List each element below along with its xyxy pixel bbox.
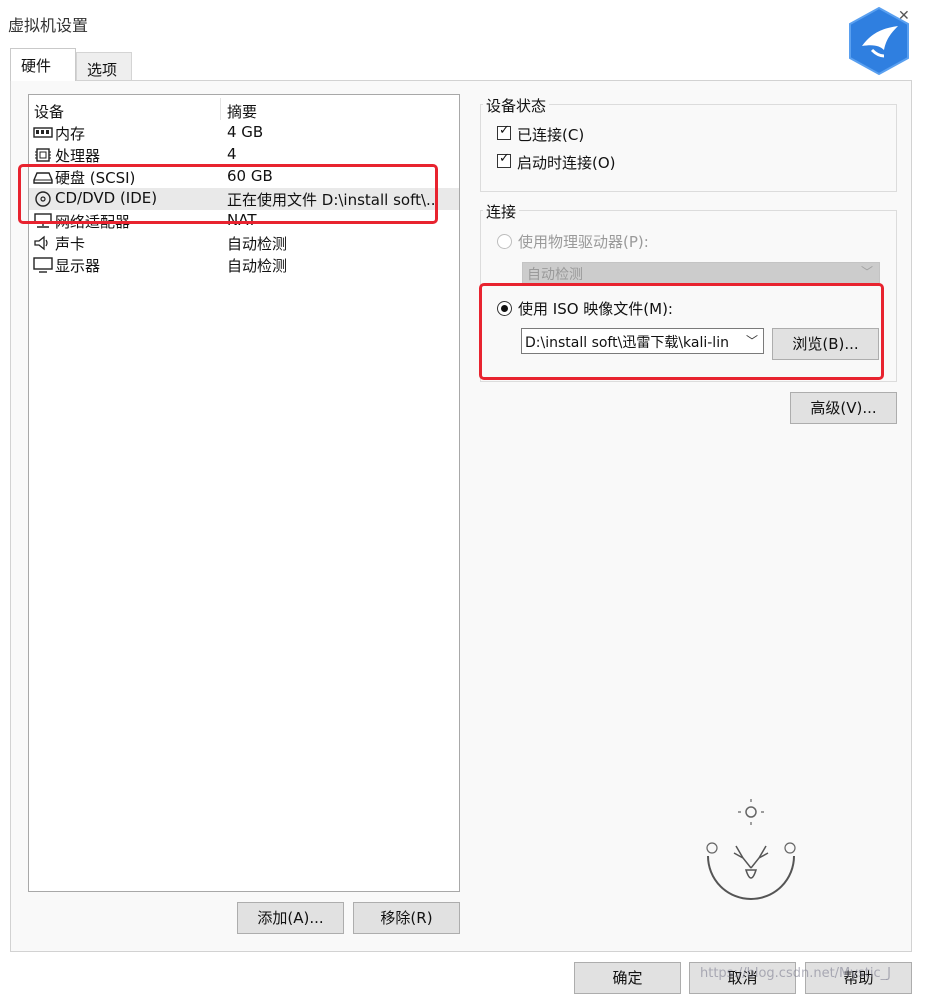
ok-button[interactable]: 确定 <box>574 962 681 994</box>
device-summary: 自动检测 <box>227 257 288 275</box>
watermark-text: https://blog.csdn.net/Mystic_J <box>700 966 891 981</box>
highlight-box-devices <box>18 164 438 224</box>
highlight-box-iso <box>479 283 884 380</box>
add-button[interactable]: 添加(A)... <box>237 902 344 934</box>
device-row-sound-card[interactable]: 声卡 自动检测 <box>29 232 459 254</box>
tab-options[interactable]: 选项 <box>76 52 132 82</box>
device-status-title: 设备状态 <box>483 95 550 116</box>
physical-drive-dropdown[interactable]: 自动检测 ﹀ <box>522 262 880 284</box>
memory-icon <box>33 127 53 138</box>
device-name: 显示器 <box>55 257 101 275</box>
advanced-button[interactable]: 高级(V)... <box>790 392 897 424</box>
device-status-group <box>480 104 897 192</box>
device-row-processor[interactable]: 处理器 4 <box>29 144 459 166</box>
device-row-display[interactable]: 显示器 自动检测 <box>29 254 459 276</box>
device-row-memory[interactable]: 内存 4 GB <box>29 122 459 144</box>
physical-drive-dropdown-value: 自动检测 <box>527 267 583 283</box>
connection-title: 连接 <box>483 201 520 222</box>
cpu-icon <box>35 148 51 162</box>
column-divider <box>220 98 221 120</box>
display-icon <box>33 257 53 273</box>
chevron-down-icon: ﹀ <box>860 265 873 279</box>
physical-drive-label[interactable]: 使用物理驱动器(P): <box>518 231 649 252</box>
physical-drive-radio[interactable] <box>497 234 512 249</box>
device-summary: 4 GB <box>227 123 264 141</box>
device-name: 处理器 <box>55 147 101 165</box>
remove-button[interactable]: 移除(R) <box>353 902 460 934</box>
tab-hardware[interactable]: 硬件 <box>10 48 76 81</box>
device-summary: 自动检测 <box>227 235 288 253</box>
connect-at-power-on-checkbox[interactable] <box>497 151 511 168</box>
summary-column-header[interactable]: 摘要 <box>227 101 257 122</box>
connect-at-power-on-label[interactable]: 启动时连接(O) <box>517 152 616 173</box>
deer-emblem-icon <box>706 799 796 900</box>
connected-label[interactable]: 已连接(C) <box>517 124 584 145</box>
connected-checkbox[interactable] <box>497 123 511 140</box>
app-logo-icon <box>849 6 909 76</box>
sound-card-icon <box>34 235 48 251</box>
window-title: 虚拟机设置 <box>8 16 89 35</box>
device-name: 内存 <box>55 125 86 143</box>
device-name: 声卡 <box>55 235 86 253</box>
device-summary: 4 <box>227 145 237 163</box>
device-column-header[interactable]: 设备 <box>34 101 64 122</box>
